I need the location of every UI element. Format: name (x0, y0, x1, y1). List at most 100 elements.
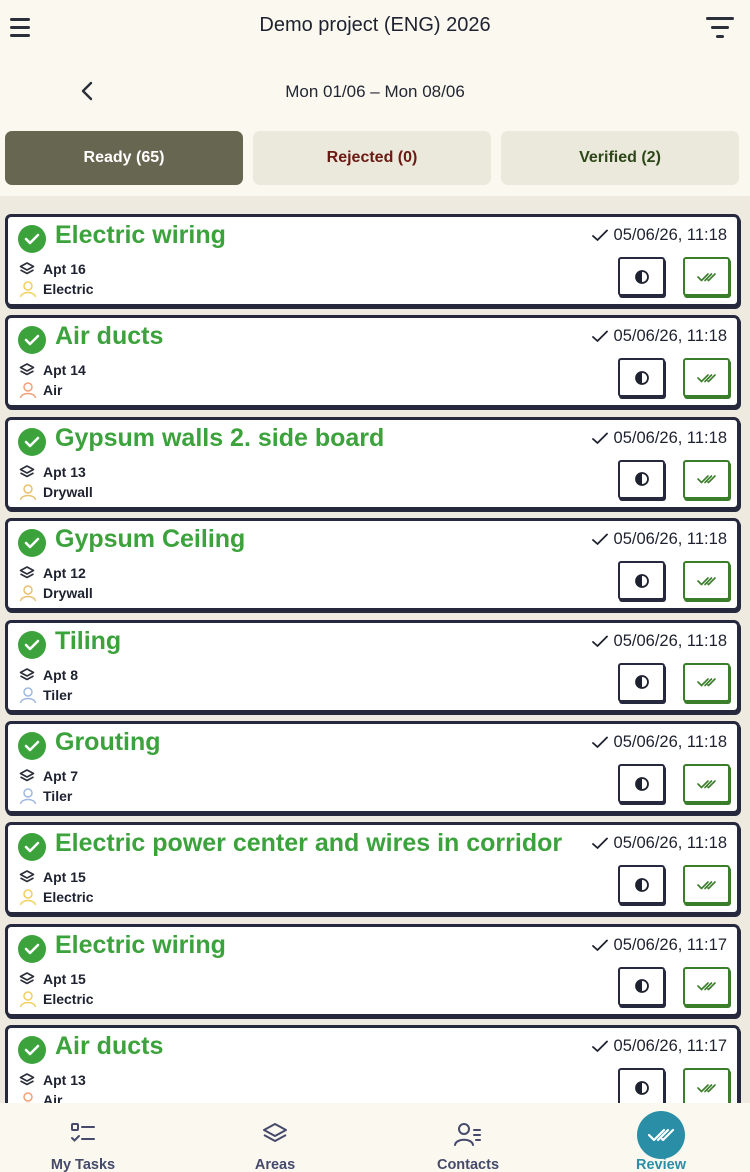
contrast-icon (634, 675, 649, 689)
task-card[interactable]: Air ducts 05/06/26, 11:17 Apt 13 Air (5, 1025, 740, 1103)
double-check-icon (696, 374, 716, 383)
trade-label: Electric (43, 889, 94, 906)
nav-label: Contacts (436, 1157, 500, 1172)
layers-icon (19, 767, 37, 785)
bottom-navigation: My Tasks Areas Contacts Review (0, 1103, 750, 1172)
contrast-toggle-button[interactable] (618, 764, 665, 803)
task-title: Air ducts (55, 1032, 164, 1061)
contrast-toggle-button[interactable] (618, 459, 665, 499)
task-card[interactable]: Gypsum Ceiling 05/06/26, 11:18 Apt 12 Drywa… (5, 518, 740, 612)
contrast-toggle-button[interactable] (618, 865, 665, 905)
completion-timestamp: 05/06/26, 11:18 (591, 226, 727, 245)
completion-timestamp: 05/06/26, 11:18 (591, 834, 727, 853)
checkmark-icon (591, 736, 608, 748)
checkmark-icon (591, 330, 608, 343)
verify-button[interactable] (683, 662, 730, 702)
completion-timestamp: 05/06/26, 11:18 (591, 530, 727, 549)
layers-icon (19, 970, 37, 988)
task-title: Gypsum Ceiling (55, 525, 246, 554)
contrast-icon (634, 269, 649, 284)
nav-review[interactable]: Review (586, 1103, 736, 1172)
person-icon (19, 990, 37, 1008)
verify-button[interactable] (683, 561, 730, 601)
layers-icon (19, 564, 37, 582)
completion-timestamp: 05/06/26, 11:17 (591, 1037, 727, 1056)
checkmark-icon (591, 432, 608, 444)
task-title: Air ducts (55, 322, 164, 351)
task-card[interactable]: Electric power center and wires in corri… (5, 822, 740, 916)
layers-icon (19, 260, 37, 278)
nav-areas[interactable]: Areas (200, 1103, 350, 1172)
task-area: Apt 13 (19, 462, 86, 482)
person-icon (19, 483, 37, 501)
task-card[interactable]: Electric wiring 05/06/26, 11:18 Apt 16 Elec… (5, 214, 740, 307)
nav-contacts[interactable]: Contacts (393, 1103, 543, 1172)
task-title: Grouting (55, 728, 161, 756)
trade-label: Tiler (43, 686, 73, 703)
area-label: Apt 15 (43, 869, 86, 886)
contrast-toggle-button[interactable] (618, 358, 665, 398)
task-card[interactable]: Grouting 05/06/26, 11:18 Apt 7 Tiler (5, 721, 740, 814)
task-card[interactable]: Air ducts 05/06/26, 11:18 Apt 14 Air (5, 315, 740, 409)
area-label: Apt 13 (43, 1072, 86, 1089)
nav-label: My Tasks (50, 1157, 116, 1172)
timestamp-text: 05/06/26, 11:18 (613, 733, 727, 751)
task-trade: Drywall (19, 583, 93, 603)
double-check-icon (696, 881, 716, 890)
verify-button[interactable] (683, 1068, 730, 1103)
task-area: Apt 7 (19, 766, 78, 786)
completed-check-icon (18, 225, 46, 253)
contrast-toggle-button[interactable] (618, 257, 665, 296)
checkmark-icon (591, 229, 608, 241)
trade-label: Electric (43, 281, 94, 297)
status-tabs: Ready (65) Rejected (0) Verified (2) (0, 126, 750, 196)
completed-check-icon (18, 529, 46, 558)
task-card[interactable]: Electric wiring 05/06/26, 11:17 Apt 15 Elec… (5, 923, 740, 1017)
task-card[interactable]: Tiling 05/06/26, 11:18 Apt 8 Tiler (5, 619, 740, 713)
checkmark-icon (591, 939, 608, 951)
nav-my-tasks[interactable]: My Tasks (8, 1103, 158, 1172)
task-trade: Tiler (19, 685, 72, 705)
contrast-toggle-button[interactable] (618, 1068, 665, 1103)
layers-icon (19, 666, 37, 684)
contrast-toggle-button[interactable] (618, 662, 665, 702)
trade-label: Tiler (43, 788, 73, 804)
task-area: Apt 8 (19, 665, 78, 685)
filter-icon[interactable] (706, 14, 736, 42)
tab-ready[interactable]: Ready (65) (5, 131, 243, 185)
task-area: Apt 16 (19, 259, 86, 279)
double-check-icon (696, 1083, 716, 1092)
contrast-toggle-button[interactable] (618, 561, 665, 601)
task-trade: Electric (19, 279, 94, 299)
timestamp-text: 05/06/26, 11:18 (613, 226, 727, 244)
timestamp-text: 05/06/26, 11:18 (613, 327, 727, 346)
completion-timestamp: 05/06/26, 11:18 (591, 327, 727, 346)
task-title: Electric wiring (55, 221, 226, 249)
verify-button[interactable] (683, 966, 730, 1006)
task-list[interactable]: Electric wiring 05/06/26, 11:18 Apt 16 Elec… (0, 196, 750, 1103)
completion-timestamp: 05/06/26, 11:18 (591, 631, 727, 651)
verify-button[interactable] (683, 764, 730, 803)
contacts-icon (393, 1121, 543, 1147)
person-icon (19, 584, 37, 602)
verify-button[interactable] (683, 865, 730, 905)
task-title: Tiling (55, 626, 122, 655)
timestamp-text: 05/06/26, 11:17 (613, 935, 727, 954)
tab-verified[interactable]: Verified (2) (501, 131, 739, 185)
verify-button[interactable] (683, 257, 730, 296)
checkmark-icon (591, 533, 608, 546)
layers-icon (200, 1121, 350, 1147)
double-check-icon (696, 779, 716, 788)
tab-rejected[interactable]: Rejected (0) (253, 131, 491, 185)
checkmark-icon (591, 837, 608, 850)
contrast-icon (634, 1080, 649, 1095)
checkmark-icon (591, 1040, 608, 1053)
contrast-icon (634, 979, 649, 994)
task-trade: Electric (19, 887, 94, 907)
verify-button[interactable] (683, 459, 730, 499)
timestamp-text: 05/06/26, 11:18 (613, 631, 727, 650)
double-check-icon (696, 475, 716, 484)
task-card[interactable]: Gypsum walls 2. side board 05/06/26, 11:1… (5, 416, 740, 510)
contrast-toggle-button[interactable] (618, 966, 665, 1006)
verify-button[interactable] (683, 358, 730, 398)
